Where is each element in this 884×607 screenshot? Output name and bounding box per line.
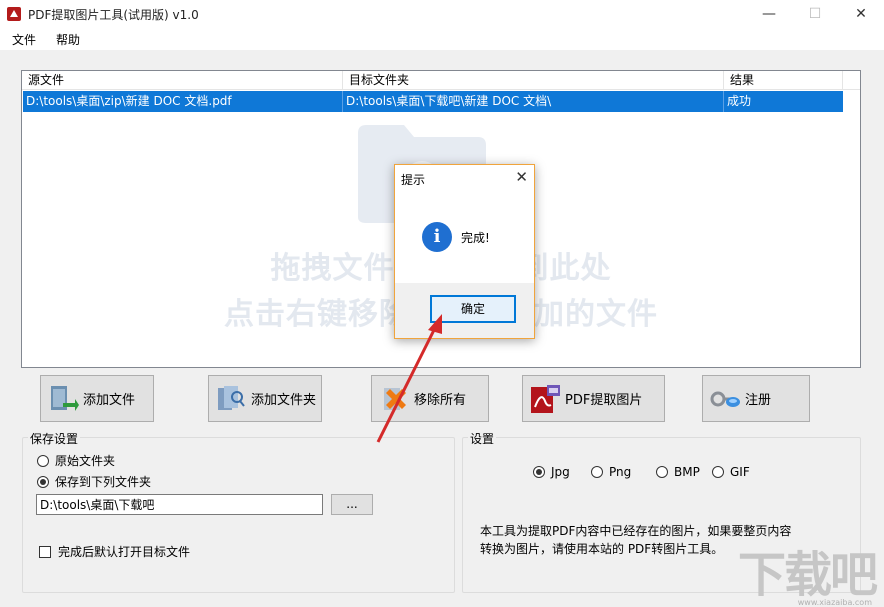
add-file-button[interactable]: 添加文件 bbox=[40, 375, 154, 422]
watermark-logo: 下载吧 bbox=[738, 535, 876, 605]
table-row[interactable]: D:\tools\桌面\zip\新建 DOC 文档.pdf D:\tools\桌… bbox=[23, 91, 843, 112]
radio-format-jpg[interactable]: Jpg bbox=[533, 465, 570, 479]
open-after-checkbox[interactable] bbox=[39, 546, 51, 558]
annotation-arrow-icon bbox=[370, 310, 450, 450]
format-bmp-label: BMP bbox=[674, 465, 700, 479]
format-gif-label: GIF bbox=[730, 465, 750, 479]
window-title: PDF提取图片工具(试用版) v1.0 bbox=[28, 6, 199, 23]
column-filler bbox=[843, 71, 860, 90]
save-path-input[interactable] bbox=[36, 494, 323, 515]
dialog-close-icon[interactable]: ✕ bbox=[515, 168, 528, 186]
menu-bar: 文件 帮助 bbox=[0, 28, 884, 50]
column-target[interactable]: 目标文件夹 bbox=[343, 71, 724, 90]
radio-format-bmp[interactable]: BMP bbox=[656, 465, 700, 479]
maximize-button[interactable]: ☐ bbox=[792, 0, 838, 28]
column-result[interactable]: 结果 bbox=[724, 71, 843, 90]
register-label: 注册 bbox=[745, 389, 771, 408]
minimize-button[interactable]: — bbox=[746, 0, 792, 28]
cell-result: 成功 bbox=[724, 91, 843, 112]
save-settings-title: 保存设置 bbox=[28, 430, 80, 447]
close-button[interactable]: ✕ bbox=[838, 0, 884, 28]
radio-gif-indicator[interactable] bbox=[712, 466, 724, 478]
title-bar: PDF提取图片工具(试用版) v1.0 — ☐ ✕ bbox=[0, 0, 884, 28]
radio-jpg-indicator[interactable] bbox=[533, 466, 545, 478]
menu-help[interactable]: 帮助 bbox=[48, 31, 88, 48]
watermark-url: www.xiazaiba.com bbox=[798, 598, 872, 607]
dialog-message: 完成! bbox=[461, 229, 490, 246]
format-jpg-label: Jpg bbox=[551, 465, 570, 479]
radio-format-gif[interactable]: GIF bbox=[712, 465, 750, 479]
add-folder-label: 添加文件夹 bbox=[251, 389, 316, 408]
pdf-extract-icon bbox=[529, 383, 561, 415]
radio-folder-label: 保存到下列文件夹 bbox=[55, 473, 151, 490]
add-file-label: 添加文件 bbox=[83, 389, 135, 408]
open-after-checkbox-row[interactable]: 完成后默认打开目标文件 bbox=[39, 543, 190, 560]
radio-original-indicator[interactable] bbox=[37, 455, 49, 467]
open-after-label: 完成后默认打开目标文件 bbox=[58, 543, 190, 560]
radio-png-indicator[interactable] bbox=[591, 466, 603, 478]
radio-original-label: 原始文件夹 bbox=[55, 452, 115, 469]
format-png-label: Png bbox=[609, 465, 631, 479]
radio-bmp-indicator[interactable] bbox=[656, 466, 668, 478]
radio-save-to-folder[interactable]: 保存到下列文件夹 bbox=[37, 473, 151, 490]
radio-folder-indicator[interactable] bbox=[37, 476, 49, 488]
radio-format-png[interactable]: Png bbox=[591, 465, 631, 479]
column-source[interactable]: 源文件 bbox=[22, 71, 343, 90]
register-button[interactable]: 注册 bbox=[702, 375, 810, 422]
list-header: 源文件 目标文件夹 结果 bbox=[22, 71, 860, 90]
info-icon: i bbox=[422, 222, 452, 252]
add-folder-icon bbox=[215, 383, 247, 415]
key-icon bbox=[709, 383, 741, 415]
dialog-title: 提示 bbox=[401, 171, 425, 188]
browse-button[interactable]: ... bbox=[331, 494, 373, 515]
cell-source: D:\tools\桌面\zip\新建 DOC 文档.pdf bbox=[23, 91, 343, 112]
add-folder-button[interactable]: 添加文件夹 bbox=[208, 375, 322, 422]
extract-label: PDF提取图片 bbox=[565, 389, 642, 408]
extract-button[interactable]: PDF提取图片 bbox=[522, 375, 665, 422]
add-file-icon bbox=[47, 383, 79, 415]
radio-original-folder[interactable]: 原始文件夹 bbox=[37, 452, 115, 469]
menu-file[interactable]: 文件 bbox=[4, 31, 44, 48]
app-logo-icon bbox=[6, 6, 22, 22]
format-settings-title: 设置 bbox=[468, 430, 496, 447]
cell-target: D:\tools\桌面\下载吧\新建 DOC 文档\ bbox=[343, 91, 724, 112]
